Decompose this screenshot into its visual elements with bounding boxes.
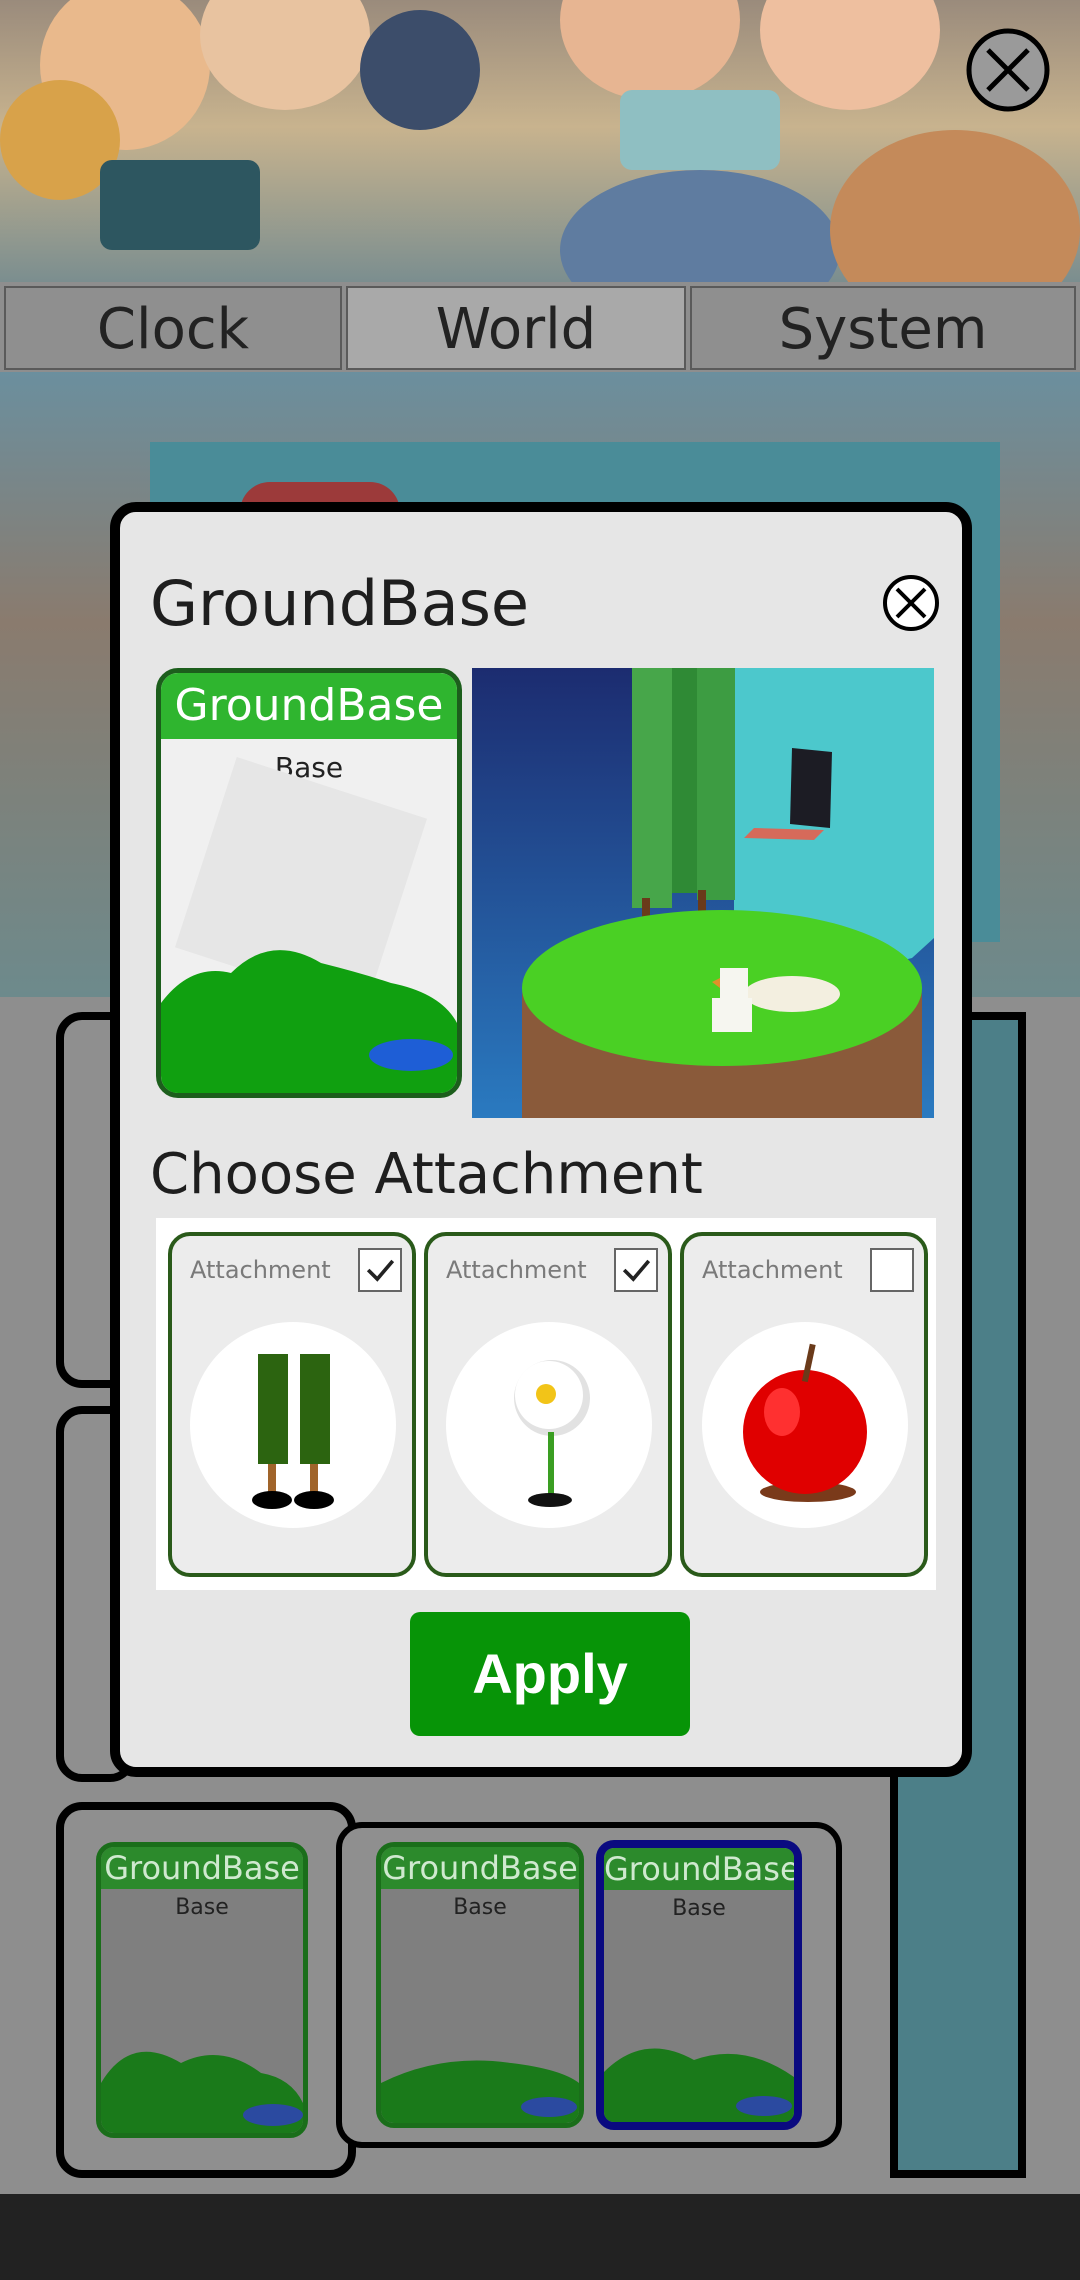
card-subtitle: Base	[672, 1896, 726, 1921]
card-subtitle: Base	[453, 1895, 507, 1920]
attachment-list: Attachment Attachment Attachment	[156, 1218, 936, 1590]
card-title: GroundBase	[101, 1847, 303, 1889]
hill-icon	[381, 2060, 579, 2123]
tab-system[interactable]: System	[690, 286, 1076, 370]
card-title: GroundBase	[381, 1847, 579, 1889]
card-art	[161, 756, 457, 1093]
deck-card[interactable]: GroundBase Base	[376, 1842, 584, 2128]
attachment-card-apple[interactable]: Attachment	[680, 1232, 928, 1577]
card-subtitle: Base	[175, 1895, 229, 1920]
attachment-label: Attachment	[702, 1256, 843, 1284]
hill-icon	[101, 2051, 303, 2133]
attachment-dialog: GroundBase GroundBase Base Choose Attach…	[110, 502, 972, 1777]
attach-heading: Choose Attachment	[150, 1142, 703, 1207]
checkmark-icon	[622, 1259, 651, 1282]
dialog-title: GroundBase	[150, 567, 530, 640]
tree-trunks-icon	[252, 1354, 334, 1509]
attachment-checkbox[interactable]	[358, 1248, 402, 1292]
attachment-checkbox[interactable]	[614, 1248, 658, 1292]
close-circle-icon[interactable]	[882, 574, 940, 632]
attachment-image	[190, 1322, 396, 1528]
apply-button[interactable]: Apply	[410, 1612, 690, 1736]
bottom-bar	[0, 2194, 1080, 2280]
attachment-image	[702, 1322, 908, 1528]
attachment-label: Attachment	[446, 1256, 587, 1284]
header-illustration	[0, 0, 1080, 282]
close-circle-icon[interactable]	[966, 28, 1050, 112]
card-preview: GroundBase Base	[156, 668, 462, 1098]
attachment-image	[446, 1322, 652, 1528]
attachment-checkbox[interactable]	[870, 1248, 914, 1292]
deck-card-selected[interactable]: GroundBase Base	[596, 1840, 802, 2130]
apple-icon	[743, 1343, 867, 1502]
checkmark-icon	[366, 1259, 395, 1282]
tab-bar: Clock World System	[0, 282, 1080, 372]
attachment-label: Attachment	[190, 1256, 331, 1284]
card-title: GroundBase	[604, 1848, 800, 1890]
scene-preview	[472, 668, 934, 1118]
hill-icon	[604, 2048, 794, 2122]
attachment-card-trunks[interactable]: Attachment	[168, 1232, 416, 1577]
deck-card[interactable]: GroundBase Base	[96, 1842, 308, 2138]
tab-clock[interactable]: Clock	[4, 286, 342, 370]
tab-world[interactable]: World	[346, 286, 686, 370]
daisy-flower-icon	[514, 1360, 590, 1507]
attachment-card-flower[interactable]: Attachment	[424, 1232, 672, 1577]
